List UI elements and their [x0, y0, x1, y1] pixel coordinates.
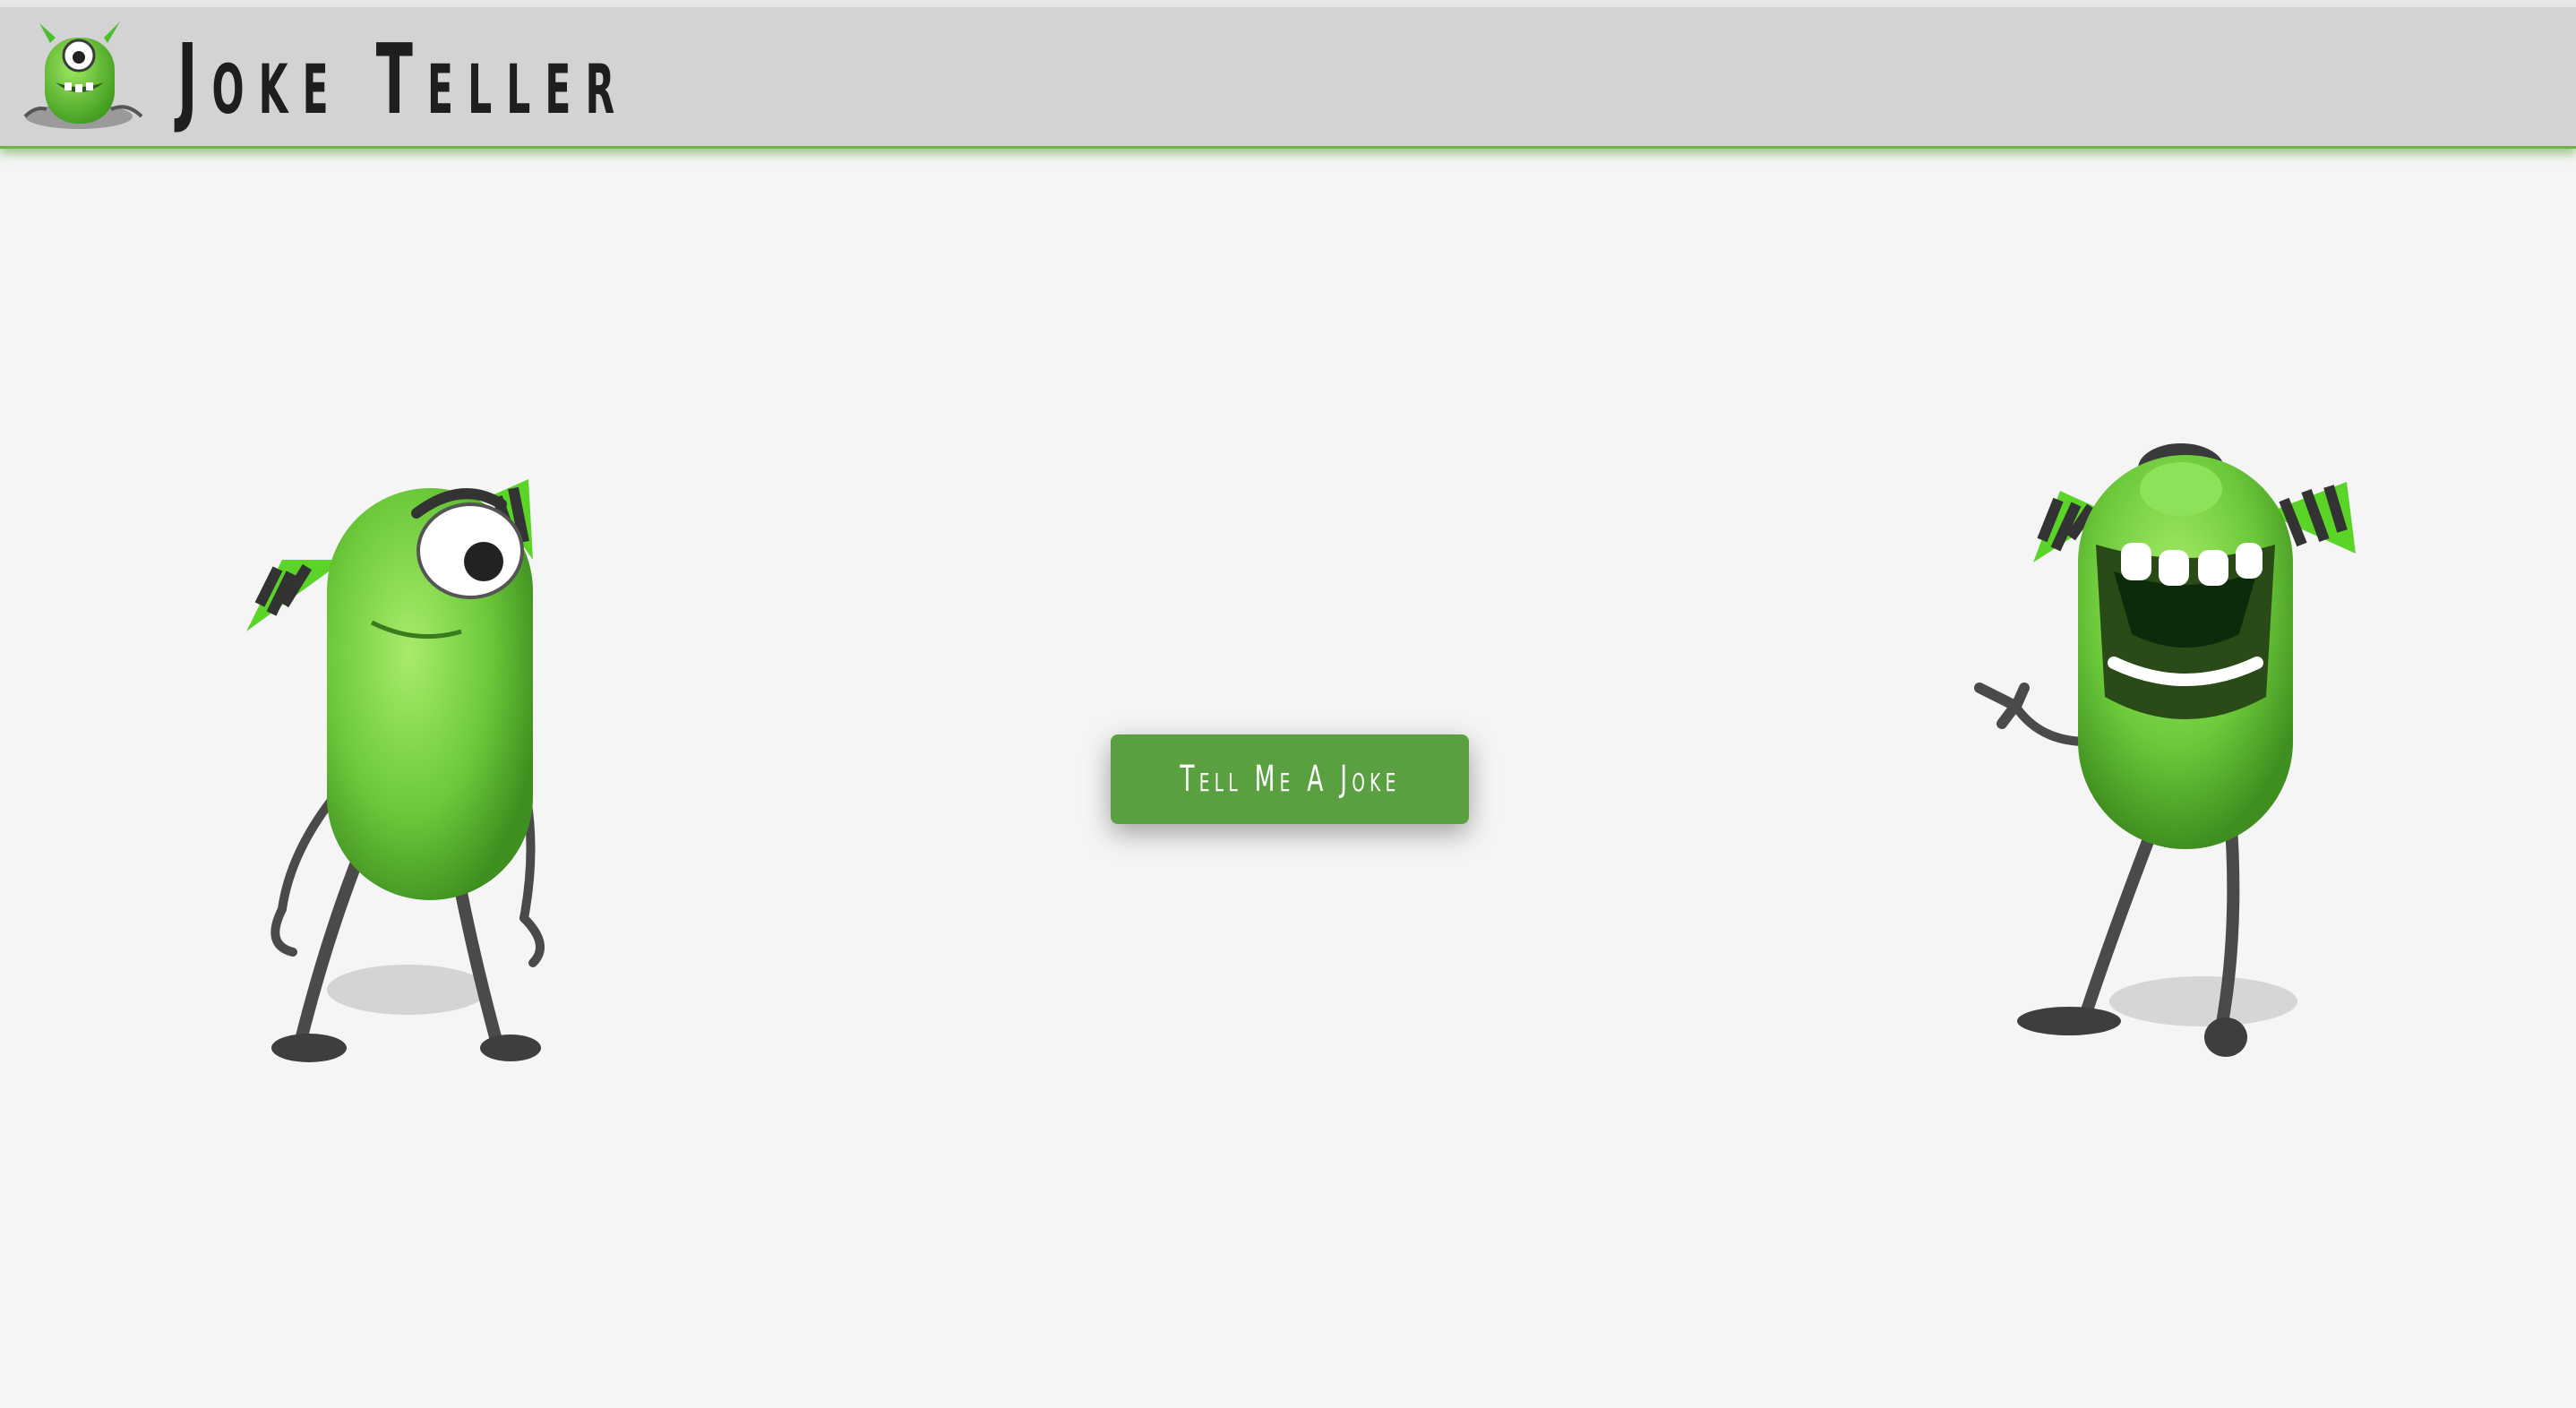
tell-joke-button-label: Tell Me A Joke: [1179, 759, 1401, 800]
app-header: Joke Teller: [0, 7, 2576, 149]
top-border: [0, 0, 2576, 7]
monster-left-icon: [228, 461, 587, 1070]
monster-right-icon: [1935, 428, 2383, 1071]
page: Joke Teller Tell Me A Joke: [0, 0, 2576, 1408]
monster-logo-icon: [20, 16, 147, 133]
page-title: Joke Teller: [177, 24, 630, 136]
tell-joke-button[interactable]: Tell Me A Joke: [1111, 734, 1469, 824]
